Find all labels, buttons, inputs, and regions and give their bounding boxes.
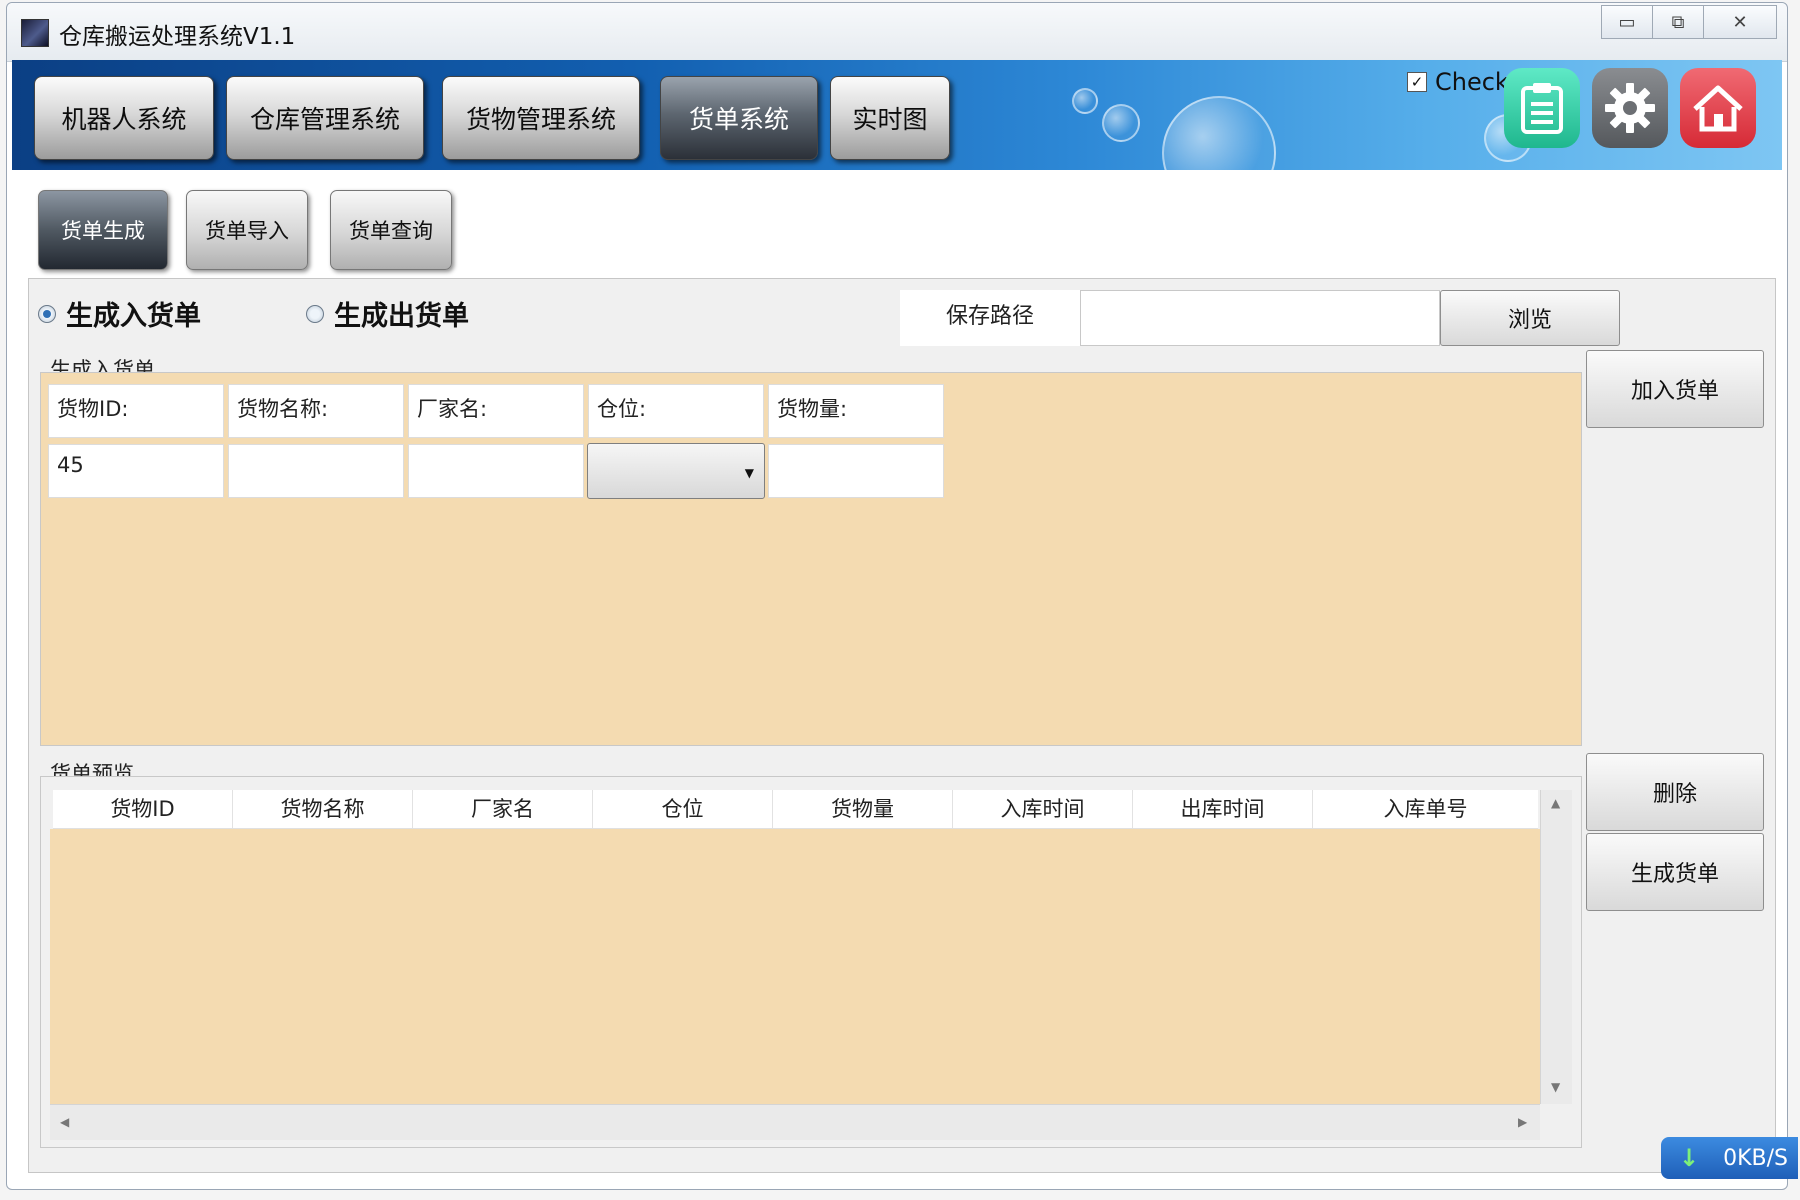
save-path-label: 保存路径 [946,304,1035,329]
scroll-left-icon[interactable]: ◀ [60,1115,69,1129]
radio-generate-inbound[interactable]: 生成入货单 [38,294,201,333]
tab-realtime-map[interactable]: 实时图 [830,76,950,160]
radio-label: 生成出货单 [334,301,469,332]
field-label-quantity: 货物量: [768,384,944,438]
goods-id-input[interactable]: 45 [48,444,224,498]
delete-button[interactable]: 删除 [1586,753,1764,831]
scroll-up-icon[interactable]: ▲ [1551,796,1560,810]
check-option[interactable]: ✓ Check [1407,68,1509,96]
subtab-order-import[interactable]: 货单导入 [186,190,308,270]
horizontal-scrollbar[interactable]: ◀ ▶ [50,1104,1540,1140]
app-icon [21,19,49,47]
tab-goods-management[interactable]: 货物管理系统 [442,76,640,160]
field-label-goods-id: 货物ID: [48,384,224,438]
column-header[interactable]: 货物ID [53,790,233,828]
vertical-scrollbar[interactable]: ▲ ▼ [1540,790,1572,1104]
header-banner: 机器人系统 仓库管理系统 货物管理系统 货单系统 实时图 ✓ Check [12,60,1782,170]
add-to-order-button[interactable]: 加入货单 [1586,350,1764,428]
tab-warehouse-management[interactable]: 仓库管理系统 [226,76,424,160]
clipboard-button[interactable] [1504,68,1580,148]
scroll-down-icon[interactable]: ▼ [1551,1080,1560,1094]
column-header[interactable]: 仓位 [593,790,773,828]
network-speed-text: 0KB/S [1723,1145,1788,1171]
download-arrow-icon: ↓ [1679,1144,1700,1172]
window-title: 仓库搬运处理系统V1.1 [59,24,296,50]
subtab-order-generate[interactable]: 货单生成 [38,190,168,270]
manufacturer-input[interactable] [408,444,584,498]
generate-order-button[interactable]: 生成货单 [1586,833,1764,911]
bubble-decoration [1162,96,1276,170]
maximize-button[interactable]: ⧉ [1652,5,1704,39]
title-bar: 仓库搬运处理系统V1.1 ▭ ⧉ ✕ [7,3,1787,62]
quantity-input[interactable] [768,444,944,498]
scroll-right-icon[interactable]: ▶ [1518,1115,1527,1129]
column-header[interactable]: 货物量 [773,790,953,828]
column-header[interactable]: 货物名称 [233,790,413,828]
check-label: Check [1435,68,1509,96]
column-header[interactable]: 入库时间 [953,790,1133,828]
slot-dropdown[interactable]: ▼ [587,443,765,499]
browse-button[interactable]: 浏览 [1440,290,1620,346]
column-header[interactable]: 出库时间 [1133,790,1313,828]
radio-button[interactable] [306,304,324,323]
radio-button[interactable] [38,304,56,323]
column-header[interactable]: 厂家名 [413,790,593,828]
network-speed-badge: ↓ 0KB/S [1661,1137,1798,1179]
field-label-slot: 仓位: [588,384,764,438]
window-controls: ▭ ⧉ ✕ [1601,5,1777,39]
dropdown-arrow-icon: ▼ [744,466,754,480]
check-checkbox[interactable]: ✓ [1407,72,1427,92]
close-button[interactable]: ✕ [1703,5,1777,39]
gear-icon [1605,83,1655,133]
goods-name-input[interactable] [228,444,404,498]
settings-button[interactable] [1592,68,1668,148]
minimize-button[interactable]: ▭ [1601,5,1653,39]
column-header[interactable]: 入库单号 [1313,790,1538,828]
home-icon [1693,85,1743,132]
tab-robot-system[interactable]: 机器人系统 [34,76,214,160]
subtab-order-query[interactable]: 货单查询 [330,190,452,270]
save-path-input[interactable] [1080,290,1440,346]
clipboard-icon [1521,83,1563,134]
tab-order-system[interactable]: 货单系统 [660,76,818,160]
home-button[interactable] [1680,68,1756,148]
field-label-goods-name: 货物名称: [228,384,404,438]
bubble-decoration [1102,104,1140,142]
preview-table-header: 货物ID 货物名称 厂家名 仓位 货物量 入库时间 出库时间 入库单号 [53,790,1538,829]
preview-table-body [50,829,1540,1104]
radio-generate-outbound[interactable]: 生成出货单 [306,294,469,333]
field-label-manufacturer: 厂家名: [408,384,584,438]
radio-label: 生成入货单 [66,301,201,332]
bubble-decoration [1072,88,1098,114]
